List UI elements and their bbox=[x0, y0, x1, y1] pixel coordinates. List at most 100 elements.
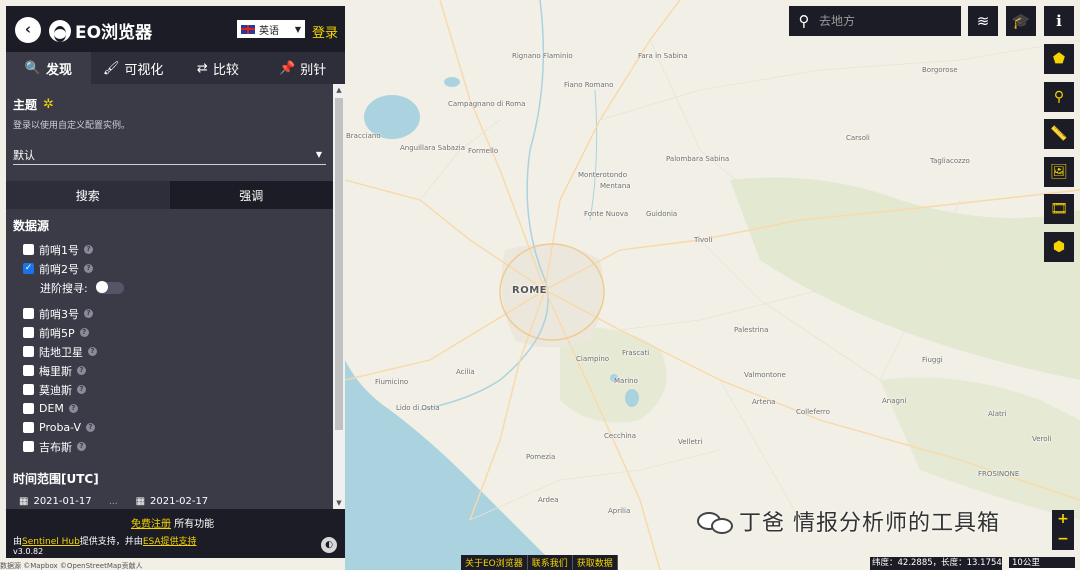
place-label: Borgorose bbox=[922, 66, 958, 74]
scroll-up-arrow[interactable]: ▲ bbox=[333, 84, 345, 96]
place-label: Artena bbox=[752, 398, 776, 406]
checkbox[interactable] bbox=[23, 422, 34, 433]
login-link[interactable]: 登录 bbox=[312, 22, 338, 41]
theme-section: 主题 ✲ 登录以使用自定义配置实例。 默认 ▼ bbox=[6, 84, 333, 165]
pentagon-icon: ⬟ bbox=[1052, 51, 1066, 67]
tab-pins[interactable]: 📌 别针 bbox=[260, 52, 345, 84]
signup-link[interactable]: 免费注册 bbox=[131, 519, 171, 530]
date-from-field[interactable]: ▦ 2021-01-17 bbox=[13, 493, 97, 509]
theme-select[interactable]: 默认 ▼ bbox=[13, 145, 326, 165]
panel-scrollbar[interactable]: ▲ ▼ bbox=[333, 84, 345, 509]
place-label: Mentana bbox=[600, 182, 631, 190]
layers-button[interactable]: ≋ bbox=[968, 6, 998, 36]
place-label: Alatri bbox=[988, 410, 1007, 418]
datasource-title: 数据源 bbox=[13, 219, 50, 233]
place-label: Marino bbox=[614, 377, 638, 385]
datasource-item: Proba-V ? bbox=[13, 418, 326, 437]
place-label: Palestrina bbox=[734, 326, 769, 334]
place-label: Tivoli bbox=[694, 236, 713, 244]
checkbox[interactable] bbox=[23, 244, 34, 255]
place-label: Palombara Sabina bbox=[666, 155, 730, 163]
version-label: v3.0.82 bbox=[13, 547, 44, 556]
3d-view-button[interactable]: ⬢ bbox=[1044, 232, 1074, 262]
theme-selected-value: 默认 bbox=[13, 148, 35, 162]
map-attribution: 数据源 ©Mapbox ©OpenStreetMap贡献人 bbox=[0, 562, 143, 570]
place-marker-button[interactable]: ⚲ bbox=[1044, 82, 1074, 112]
help-icon[interactable]: ? bbox=[84, 264, 93, 273]
help-icon[interactable]: ? bbox=[88, 347, 97, 356]
checkbox[interactable] bbox=[23, 365, 34, 376]
tab-label: 发现 bbox=[45, 62, 72, 78]
checkbox[interactable] bbox=[23, 327, 34, 338]
get-data-link[interactable]: 获取数据 bbox=[573, 555, 618, 570]
tutorial-button[interactable]: 🎓 bbox=[1006, 6, 1036, 36]
checkbox[interactable] bbox=[23, 384, 34, 395]
place-label: Rignano Flaminio bbox=[512, 52, 573, 60]
checkbox[interactable] bbox=[23, 308, 34, 319]
scroll-thumb[interactable] bbox=[335, 98, 343, 430]
datasource-label: 梅里斯 bbox=[39, 364, 72, 378]
zoom-out-button[interactable]: − bbox=[1052, 530, 1074, 550]
tab-discover[interactable]: 🔍 发现 bbox=[6, 52, 91, 84]
help-icon[interactable]: ? bbox=[77, 385, 86, 394]
help-icon[interactable]: ? bbox=[84, 309, 93, 318]
checkbox[interactable] bbox=[23, 346, 34, 357]
contact-link[interactable]: 联系我们 bbox=[528, 555, 573, 570]
measure-button[interactable]: 📏 bbox=[1044, 119, 1074, 149]
checkbox[interactable]: ✓ bbox=[23, 263, 34, 274]
advanced-search-toggle[interactable] bbox=[95, 281, 124, 294]
collapse-panel-button[interactable]: ‹ bbox=[15, 17, 41, 43]
date-to-field[interactable]: ▦ 2021-02-17 bbox=[130, 493, 214, 509]
watermark-text: 丁爸 情报分析师的工具箱 bbox=[739, 511, 1000, 536]
datasource-item: 陆地卫星 ? bbox=[13, 342, 326, 361]
tab-label: 别针 bbox=[300, 62, 327, 78]
datasource-item: DEM ? bbox=[13, 399, 326, 418]
place-label: FROSINONE bbox=[978, 470, 1020, 478]
datasource-label: 前哨1号 bbox=[39, 243, 79, 257]
tab-visualize[interactable]: 🖌 可视化 bbox=[91, 52, 176, 84]
help-icon[interactable]: ? bbox=[77, 442, 86, 451]
search-icon[interactable]: ⚲ bbox=[789, 12, 819, 30]
caret-down-icon: ▼ bbox=[294, 24, 301, 34]
brush-icon: 🖌 bbox=[102, 60, 120, 76]
image-download-button[interactable]: 🖼 bbox=[1044, 157, 1074, 187]
place-label: Anagni bbox=[882, 397, 907, 405]
place-label: Fonte Nuova bbox=[584, 210, 629, 218]
help-icon[interactable]: ? bbox=[79, 328, 89, 337]
help-icon[interactable]: ? bbox=[68, 404, 78, 413]
checkbox[interactable] bbox=[23, 441, 34, 452]
sentinel-hub-link[interactable]: Sentinel Hub bbox=[22, 537, 80, 547]
esa-link[interactable]: ESA提供支持 bbox=[143, 537, 197, 547]
powered-prefix: 由 bbox=[13, 537, 23, 547]
scroll-down-arrow[interactable]: ▼ bbox=[333, 497, 345, 509]
draw-aoi-button[interactable]: ⬟ bbox=[1044, 44, 1074, 74]
place-label: Frascati bbox=[622, 349, 650, 357]
info-button[interactable]: i bbox=[1044, 6, 1074, 36]
zoom-in-button[interactable]: + bbox=[1052, 510, 1074, 530]
language-select[interactable]: 英语 ▼ bbox=[237, 20, 305, 38]
language-label: 英语 bbox=[259, 25, 279, 37]
location-search-input[interactable] bbox=[819, 14, 949, 28]
sentinel-hub-logo-icon[interactable]: ◐ bbox=[321, 537, 337, 553]
datasource-label: 前哨2号 bbox=[39, 262, 79, 276]
place-label: Formello bbox=[468, 147, 499, 155]
subtab-highlights[interactable]: 强调 bbox=[169, 181, 333, 209]
wechat-logo-icon bbox=[695, 508, 735, 534]
place-label: Lido di Ostia bbox=[396, 404, 440, 412]
image-download-icon: 🖼 bbox=[1050, 164, 1068, 180]
caret-down-icon: ▼ bbox=[315, 150, 322, 159]
about-link[interactable]: 关于EO浏览器 bbox=[461, 555, 528, 570]
app-logo: EO浏览器 bbox=[49, 18, 152, 43]
help-icon[interactable]: ? bbox=[77, 366, 86, 375]
subtab-search[interactable]: 搜索 bbox=[6, 181, 170, 209]
tab-compare[interactable]: ⇄ 比较 bbox=[176, 52, 261, 84]
timelapse-button[interactable]: 🎞 bbox=[1044, 194, 1074, 224]
help-icon[interactable]: ? bbox=[84, 245, 93, 254]
gear-icon[interactable]: ✲ bbox=[43, 97, 54, 112]
place-label: Carsoli bbox=[846, 134, 870, 142]
search-subtabs: 搜索 强调 bbox=[6, 181, 333, 209]
date-separator: ... bbox=[109, 497, 118, 507]
location-search: ⚲ bbox=[789, 6, 961, 36]
help-icon[interactable]: ? bbox=[86, 423, 96, 432]
checkbox[interactable] bbox=[23, 403, 34, 414]
